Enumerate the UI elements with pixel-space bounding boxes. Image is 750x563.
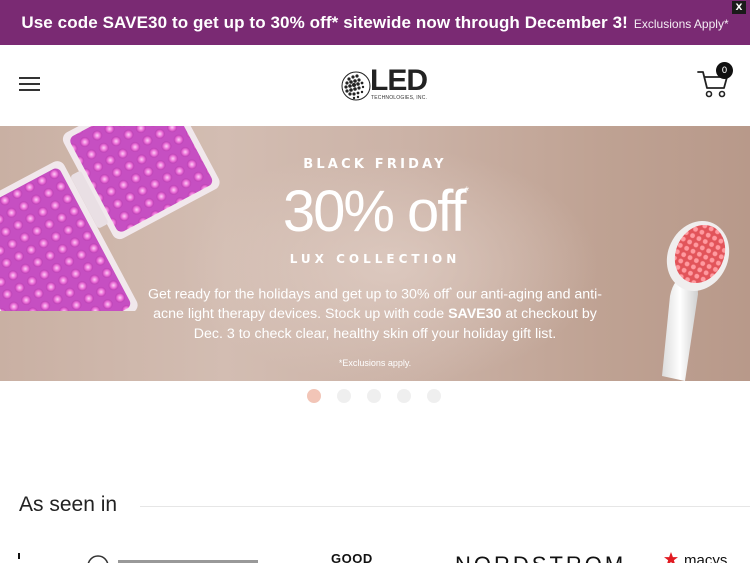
hero-fine-print: *Exclusions apply. bbox=[338, 358, 412, 368]
hero-banner[interactable]: BLACK FRIDAY 30% off* LUX COLLECTION Get… bbox=[0, 126, 750, 381]
promo-text: Use code SAVE30 to get up to 30% off* si… bbox=[21, 12, 628, 32]
press-logos: GOOD NORDSTROM macys bbox=[0, 548, 750, 563]
promo-close-button[interactable]: X bbox=[732, 1, 746, 14]
led-wand-image bbox=[662, 220, 730, 381]
carousel-dot-4[interactable] bbox=[397, 389, 411, 403]
press-logo-partial bbox=[18, 553, 20, 559]
press-logo-good: GOOD bbox=[331, 551, 373, 563]
site-logo[interactable]: LED TECHNOLOGIES, INC. bbox=[340, 64, 430, 106]
hero-headline: 30% off* bbox=[282, 179, 469, 244]
site-header: LED TECHNOLOGIES, INC. 0 bbox=[0, 45, 750, 126]
hamburger-menu-icon[interactable] bbox=[19, 77, 40, 92]
logo-wordmark: LED bbox=[370, 64, 428, 97]
promo-code: SAVE30 bbox=[448, 306, 502, 323]
macys-star-icon bbox=[664, 552, 678, 563]
heading-divider bbox=[140, 506, 750, 507]
hero-kicker: BLACK FRIDAY bbox=[303, 157, 447, 172]
logo-subtext: TECHNOLOGIES, INC. bbox=[371, 95, 428, 101]
carousel-dot-5[interactable] bbox=[427, 389, 441, 403]
hero-description: Get ready for the holidays and get up to… bbox=[147, 286, 602, 342]
carousel-pagination bbox=[307, 389, 441, 403]
carousel-dot-2[interactable] bbox=[337, 389, 351, 403]
logo-mark-icon bbox=[341, 71, 371, 101]
close-icon: X bbox=[735, 2, 743, 13]
promo-banner: Use code SAVE30 to get up to 30% off* si… bbox=[0, 0, 750, 45]
hero-collection-name: LUX COLLECTION bbox=[289, 252, 461, 266]
press-logo-circle-icon bbox=[87, 555, 109, 563]
cart-count-badge: 0 bbox=[716, 62, 733, 79]
as-seen-in-heading: As seen in bbox=[19, 493, 118, 516]
carousel-dot-3[interactable] bbox=[367, 389, 381, 403]
carousel-dot-1[interactable] bbox=[307, 389, 321, 403]
promo-exclusions[interactable]: Exclusions Apply* bbox=[634, 17, 729, 31]
press-logo-macys: macys bbox=[684, 552, 728, 563]
press-logo-nordstrom: NORDSTROM bbox=[455, 552, 626, 563]
